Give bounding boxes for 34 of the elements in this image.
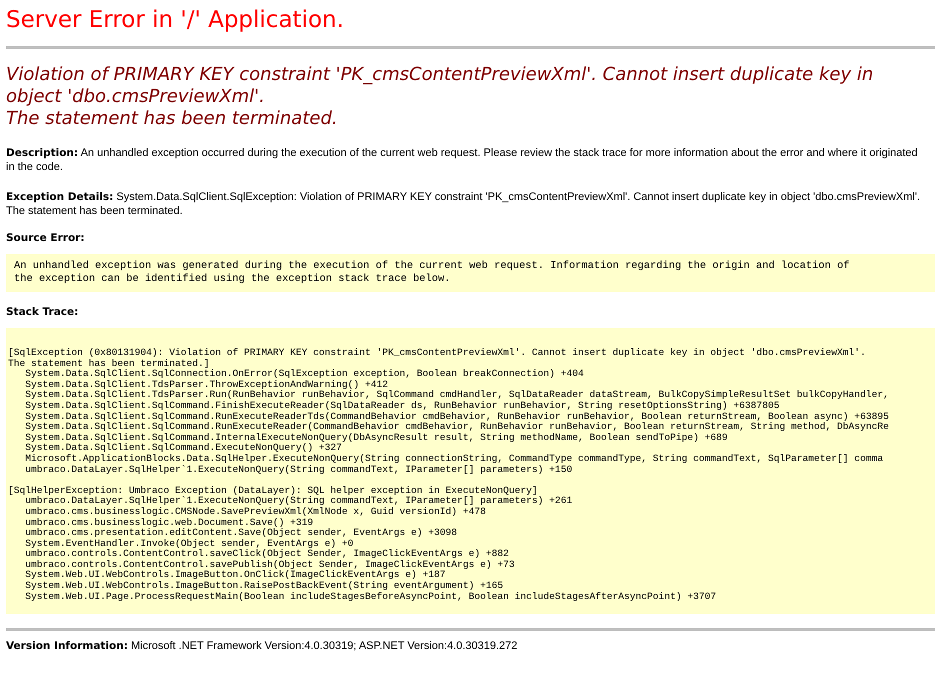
code-line: umbraco.cms.businesslogic.web.Document.Save() +319 — [24, 518, 314, 528]
code-line: System.Data.SqlClient.SqlConnection.OnError(SqlException exception, Boolean breakConnection) +404 — [24, 369, 584, 380]
code-line: [SqlException (0x80131904): Violation of PRIMARY KEY constraint 'PK_cmsContentPreviewXml'. Cannot insert duplicate key in object 'dbo.cmsPreviewXml'. — [8, 348, 866, 359]
code-line: umbraco.DataLayer.SqlHelper`1.ExecuteNonQuery(String commandText, IParameter[] parameters) +261 — [24, 496, 572, 507]
code-line: Microsoft.ApplicationBlocks.Data.SqlHelper.ExecuteNonQuery(String connectionString, CommandType commandType, String commandText, SqlParameter[] comma — [24, 454, 884, 465]
code-line: System.EventHandler.Invoke(Object sender, EventArgs e) +0 — [24, 538, 354, 549]
page-title: Server Error in '/' Application. — [6, 6, 345, 34]
error-message: Violation of PRIMARY KEY constraint 'PK_cmsContentPreviewXml'. Cannot insert duplicate key in object 'dbo.cmsPreviewXml'. — [6, 64, 874, 108]
code-line: System.Data.SqlClient.SqlCommand.RunExecuteReaderTds(CommandBehavior cmdBehavior, RunBehavior runBehavior, Boolean returnStream, Boolean async) +63895 — [24, 412, 889, 422]
exception-details-text: Exception Details: System.Data.SqlClient.SqlException: Violation of PRIMARY KEY constraint 'PK_cmsContentPreviewXml'. Cannot insert duplicate key in object 'dbo.cmsPreviewXml'. — [6, 190, 922, 204]
code-line: System.Data.SqlClient.SqlCommand.InternalExecuteNonQuery(DbAsyncResult result, String methodName, Boolean sendToPipe) +689 — [24, 432, 728, 443]
code-line: System.Data.SqlClient.TdsParser.ThrowExceptionAndWarning() +412 — [24, 380, 388, 390]
section-label: Source Error: — [6, 232, 86, 244]
code-line: [SqlHelperException: Umbraco Exception (DataLayer): SQL helper exception in ExecuteNonQuery] — [8, 486, 538, 496]
code-line: The statement has been terminated.] — [8, 358, 210, 369]
exception-details-text: The statement has been terminated. — [6, 204, 184, 218]
code-line: System.Web.UI.WebControls.ImageButton.RaisePostBackEvent(String eventArgument) +165 — [24, 581, 504, 592]
code-line: umbraco.cms.businesslogic.CMSNode.SavePreviewXml(XmlNode x, Guid versionId) +478 — [24, 506, 486, 518]
code-line: umbraco.controls.ContentControl.savePublish(Object Sender, ImageClickEventArgs e) +73 — [24, 560, 515, 570]
code-line: System.Data.SqlClient.TdsParser.Run(RunBehavior runBehavior, SqlCommand cmdHandler, SqlDataReader dataStream, BulkCopySimpleResultSet bulkCopyHandler, — [24, 390, 889, 401]
code-line: umbraco.controls.ContentControl.saveClick(Object Sender, ImageClickEventArgs e) +882 — [24, 549, 509, 560]
code-line: the exception can be identified using the exception stack trace below. — [14, 273, 450, 286]
code-line: umbraco.cms.presentation.editContent.Save(Object sender, EventArgs e) +3098 — [24, 528, 458, 539]
error-message: The statement has been terminated. — [6, 108, 339, 130]
section-label: Stack Trace: — [6, 306, 80, 318]
code-line: An unhandled exception was generated during the execution of the current web request. Information regarding the origin and location of — [14, 260, 850, 273]
code-line: System.Data.SqlClient.SqlCommand.RunExecuteReader(CommandBehavior cmdBehavior, RunBehavior runBehavior, Boolean returnStream, String method, DbAsyncRe — [24, 422, 889, 433]
code-line: System.Data.SqlClient.SqlCommand.FinishExecuteReader(SqlDataReader ds, RunBehavior runBehavior, String resetOptionsString) +6387805 — [24, 400, 780, 412]
code-line: System.Data.SqlClient.SqlCommand.ExecuteNonQuery() +327 — [24, 443, 342, 454]
version-info-text: Version Information: Microsoft .NET Framework Version:4.0.30319; ASP.NET Version:4.0.30319.272 — [6, 639, 518, 654]
code-line: System.Web.UI.Page.ProcessRequestMain(Boolean includeStagesBeforeAsyncPoint, Boolean includeStagesAfterAsyncPoint) +3707 — [24, 592, 716, 602]
code-line: umbraco.DataLayer.SqlHelper`1.ExecuteNonQuery(String commandText, IParameter[] parameters) +150 — [24, 464, 572, 476]
code-line: System.Web.UI.WebControls.ImageButton.OnClick(ImageClickEventArgs e) +187 — [24, 570, 446, 581]
description-text: Description: An unhandled exception occurred during the execution of the current web request. Please review the stack trace for more information about the error and where it originated in the code. — [6, 146, 919, 174]
